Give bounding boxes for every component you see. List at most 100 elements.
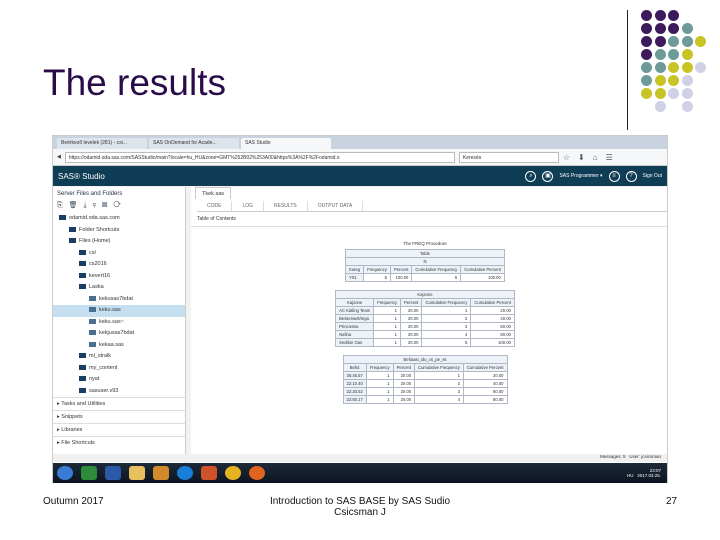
table-cell: 1: [373, 314, 402, 323]
subtab-output-data[interactable]: OUTPUT DATA: [308, 201, 364, 211]
table-cell: 36:45.57: [342, 371, 367, 380]
sas-header: SAS® Studio ⌕ ▣ SAS Programmer ▾ ≡ ? Sig…: [53, 166, 667, 186]
tree-item[interactable]: keku.sas~: [53, 317, 185, 329]
media-icon[interactable]: [153, 466, 169, 480]
folder-icon: [69, 226, 76, 232]
decorative-dot: [681, 49, 693, 60]
sign-out-link[interactable]: Sign Out: [643, 173, 662, 179]
table-cell: 80.00: [470, 330, 515, 339]
tree-item[interactable]: cs2016: [53, 259, 185, 271]
address-bar: ◀ https://odamid.oda.sas.com/SASStudio/m…: [53, 149, 667, 166]
subtab-code[interactable]: CODE: [197, 201, 233, 211]
decorative-dot: [668, 49, 679, 60]
tree-item[interactable]: odamid.oda.sas.com: [53, 213, 185, 225]
bookmark-icon[interactable]: ☆: [563, 153, 570, 162]
browser-tab[interactable]: SAS Studio: [241, 138, 331, 149]
folder-icon: [79, 284, 86, 290]
table-cell: 40.00: [462, 379, 508, 388]
tree-item[interactable]: kekusas7bdat: [53, 294, 185, 306]
tree-item[interactable]: Folder Shortcuts: [53, 225, 185, 237]
url-input[interactable]: https://odamid.oda.sas.com/SASStudio/mai…: [64, 151, 455, 163]
table-caption: Kajzone: [335, 290, 515, 299]
column-header: Cumulative Percent: [470, 298, 515, 307]
tree-item[interactable]: keku.sas: [53, 305, 185, 317]
layout-icon[interactable]: ▣: [542, 170, 554, 182]
column-header: Kajzone: [335, 298, 375, 307]
table-cell: 20.00: [392, 379, 416, 388]
menu-icon[interactable]: ≡: [608, 170, 620, 182]
browser-tab[interactable]: Beérkező levelek (281) - csi...: [57, 138, 147, 149]
freq-table: Befutasi_ido_cs_pe_ss Befut Frequency Perce…: [342, 355, 508, 404]
subtab-log[interactable]: LOG: [232, 201, 265, 211]
tree-item-label: csl: [89, 249, 96, 256]
slide-title: The results: [43, 62, 227, 103]
table-row: Princiessa 1 20.00 3 60.00: [335, 322, 515, 331]
decorative-dot: [641, 10, 652, 21]
back-icon[interactable]: ◀: [57, 154, 61, 160]
divider: [627, 10, 628, 130]
powerpoint-icon[interactable]: [201, 466, 217, 480]
table-cell: 100.00: [389, 273, 413, 282]
panel-header[interactable]: Server Files and Folders: [53, 187, 185, 201]
folder-icon: [79, 261, 86, 267]
ie-icon[interactable]: [177, 466, 193, 480]
column-header: Frequency: [365, 363, 394, 372]
decorative-dot: [641, 75, 652, 86]
file-icon: [89, 318, 96, 324]
download-icon[interactable]: ⬇: [578, 153, 585, 162]
tree-item[interactable]: ml_stralk: [53, 351, 185, 363]
tree-item[interactable]: kekjusas7bdat: [53, 328, 185, 340]
tree-item[interactable]: Files (Home): [53, 236, 185, 248]
accordion-section[interactable]: ▸ Tasks and Utilities: [53, 397, 185, 410]
tree-item-label: kekaa.sas: [99, 341, 124, 348]
table-of-contents[interactable]: Table of Contents: [191, 212, 667, 227]
table-cell: 4: [421, 330, 472, 339]
home-icon[interactable]: ⌂: [593, 153, 598, 162]
table-cell: Sedtlon Oas: [335, 338, 375, 347]
table-cell: 20.00: [400, 338, 423, 347]
search-input[interactable]: Keresés: [458, 151, 559, 163]
menu-icon[interactable]: ☰: [606, 153, 613, 162]
help-icon[interactable]: ?: [625, 170, 637, 182]
excel-icon[interactable]: [81, 466, 97, 480]
messages-link[interactable]: Messages: 5: [600, 454, 626, 459]
tree-item[interactable]: Laska: [53, 282, 185, 294]
accordion-section[interactable]: ▸ File Shortcuts: [53, 436, 185, 449]
word-icon[interactable]: [105, 466, 121, 480]
table-row: 36:45.57 1 20.00 1 20.00: [342, 371, 508, 380]
tree-item[interactable]: kevert16: [53, 271, 185, 283]
table-cell: 5: [421, 338, 472, 347]
decorative-dot: [654, 36, 666, 47]
column-header: Cumulative Frequency: [414, 363, 464, 372]
file-tab[interactable]: Tkek.sas: [195, 187, 232, 199]
start-button[interactable]: [57, 466, 73, 480]
tree-item[interactable]: csl: [53, 248, 185, 260]
perspective-menu[interactable]: SAS Programmer ▾: [559, 173, 602, 179]
language-indicator[interactable]: HU: [627, 473, 634, 478]
tree-item[interactable]: sasuser.v93: [53, 386, 185, 398]
table-cell: AC Katling Team: [335, 306, 375, 315]
table-cell: 20.00: [470, 306, 515, 315]
table-cell: 1: [373, 338, 402, 347]
table-cell: 20.00: [462, 371, 508, 380]
subtab-results[interactable]: RESULTS: [264, 201, 308, 211]
search-icon[interactable]: ⌕: [525, 170, 537, 182]
tree-item[interactable]: kekaa.sas: [53, 340, 185, 352]
tree-item[interactable]: nyat: [53, 374, 185, 386]
table-cell: 1: [365, 371, 394, 380]
table-cell: 2: [414, 379, 464, 388]
accordion-section[interactable]: ▸ Libraries: [53, 423, 185, 436]
decorative-dot: [668, 88, 679, 99]
tree-item[interactable]: my_content: [53, 363, 185, 375]
firefox-icon[interactable]: [249, 466, 265, 480]
decorative-dot: [641, 62, 652, 73]
accordion-section[interactable]: ▸ Snippets: [53, 410, 185, 423]
section-label: Snippets: [61, 414, 83, 420]
browser-tab[interactable]: SAS OnDemand for Acade...: [149, 138, 239, 149]
chrome-icon[interactable]: [225, 466, 241, 480]
table-cell: 1: [365, 387, 394, 396]
column-header: Befut: [342, 363, 367, 372]
folder-icon[interactable]: [129, 466, 145, 480]
tree-item-label: kekusas7bdat: [99, 295, 133, 302]
column-header: Kateg: [345, 265, 365, 274]
